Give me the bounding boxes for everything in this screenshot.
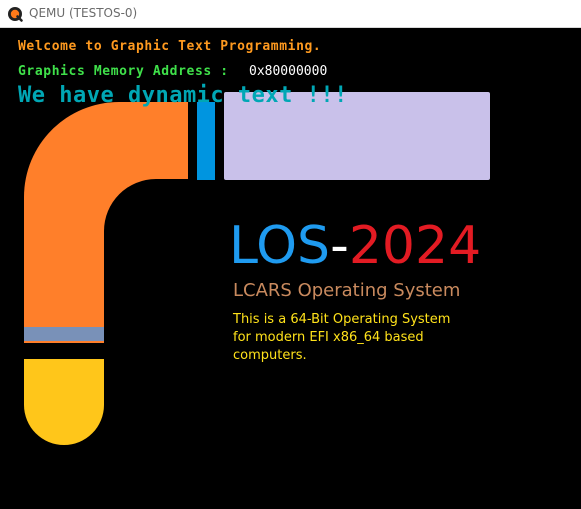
description-line: This is a 64-Bit Operating System bbox=[233, 312, 451, 327]
lcars-yellow-foot bbox=[24, 359, 104, 445]
os-logo: LOS-2024 bbox=[229, 216, 481, 276]
os-subtitle: LCARS Operating System bbox=[233, 280, 461, 301]
vm-display[interactable]: Welcome to Graphic Text Programming. Gra… bbox=[0, 28, 581, 509]
logo-year: 2024 bbox=[348, 216, 482, 276]
dynamic-text: We have dynamic text !!! bbox=[18, 83, 348, 108]
lcars-blue-strip bbox=[197, 102, 215, 180]
lcars-elbow-cutout bbox=[104, 179, 188, 343]
os-description: This is a 64-Bit Operating System for mo… bbox=[233, 311, 473, 365]
memory-address-value: 0x80000000 bbox=[249, 64, 328, 79]
logo-dash: - bbox=[330, 216, 349, 276]
description-line: computers. bbox=[233, 348, 307, 363]
welcome-text: Welcome to Graphic Text Programming. bbox=[18, 39, 322, 54]
lcars-slate-bar bbox=[24, 327, 104, 341]
window-titlebar[interactable]: QEMU (TESTOS-0) bbox=[0, 0, 581, 28]
logo-los: LOS bbox=[229, 216, 331, 276]
description-line: for modern EFI x86_64 based bbox=[233, 330, 424, 345]
window-title: QEMU (TESTOS-0) bbox=[29, 6, 138, 20]
memory-address-label: Graphics Memory Address : bbox=[18, 64, 238, 79]
qemu-icon bbox=[7, 6, 23, 22]
